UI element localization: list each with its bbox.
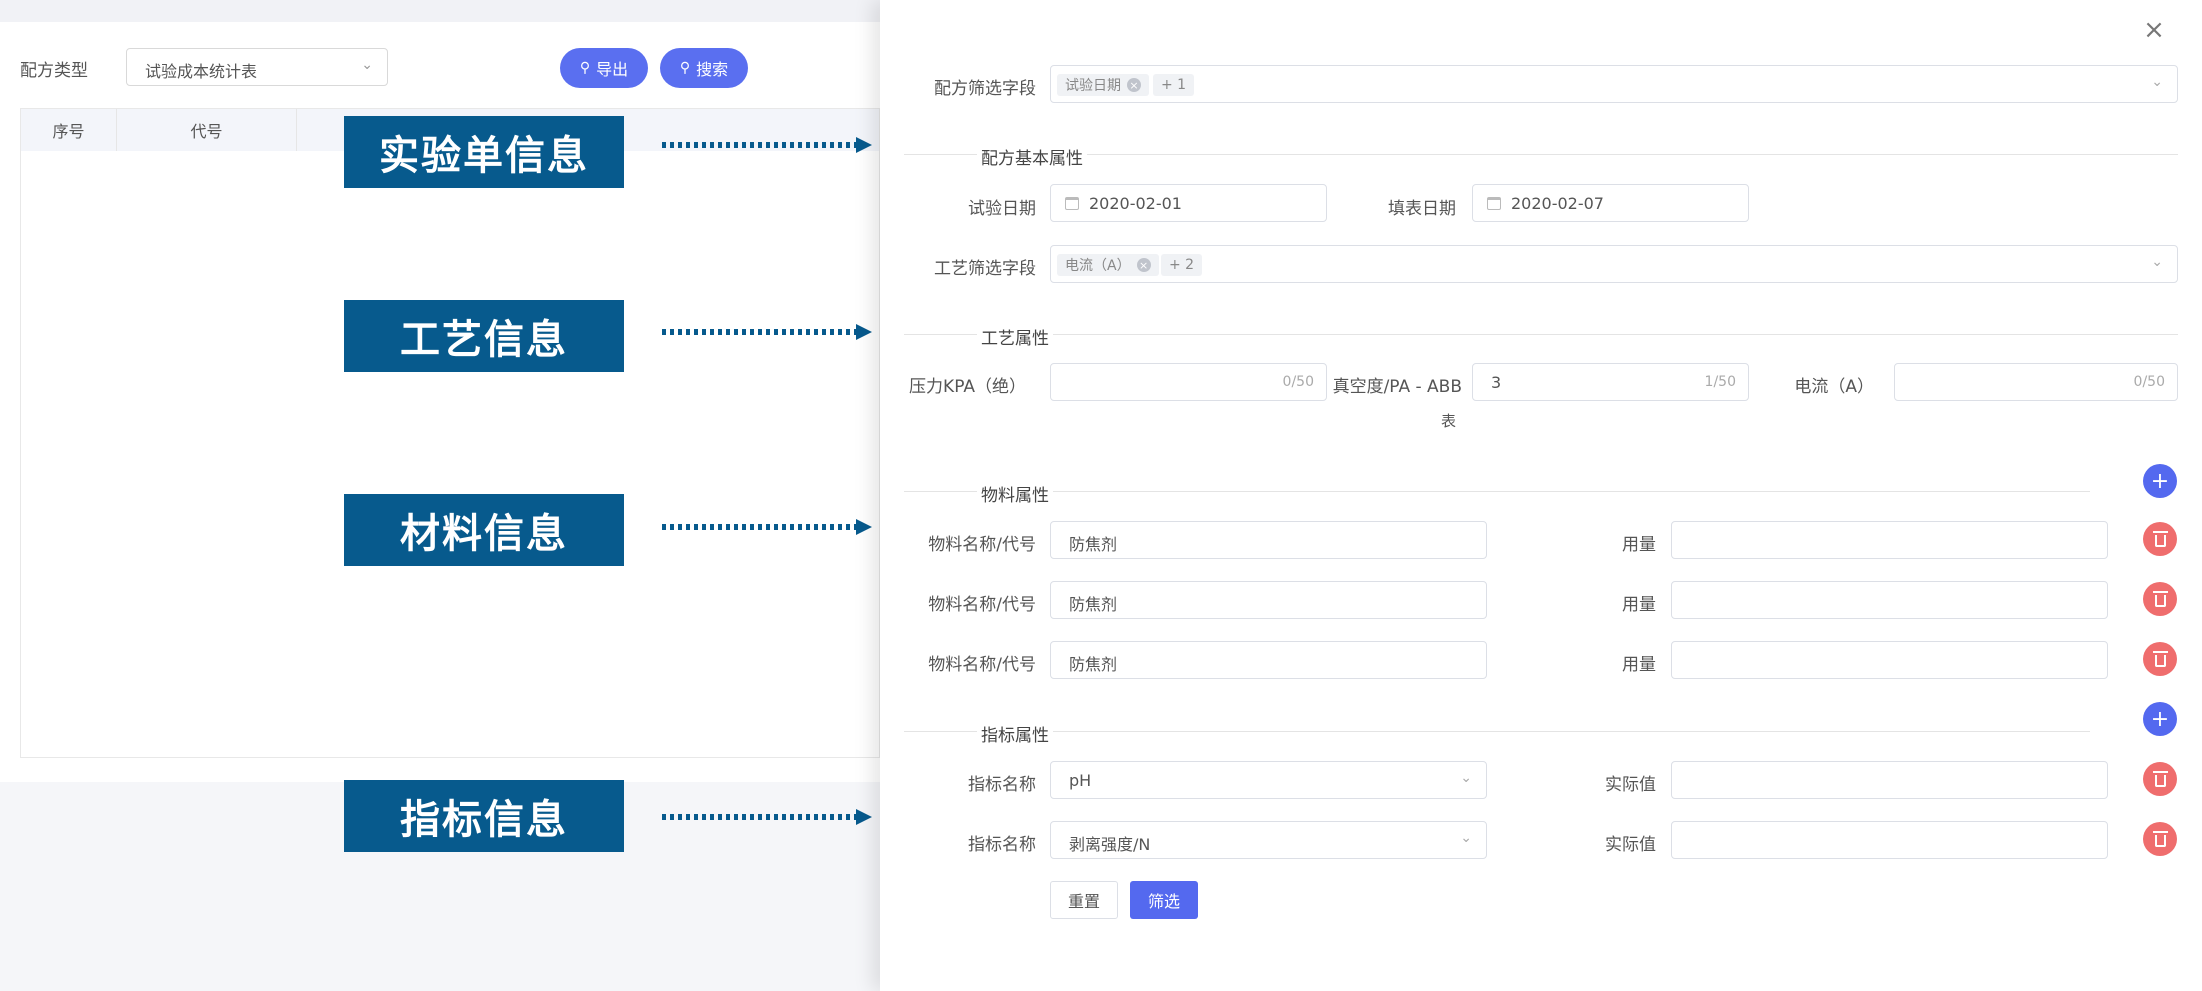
char-counter: 0/50 xyxy=(1282,374,1314,390)
fill-date-picker[interactable]: 2020-02-07 xyxy=(1472,184,1749,222)
delete-material-button[interactable] xyxy=(2143,582,2177,616)
indicator-name-select[interactable]: pH ⌄ xyxy=(1050,761,1487,799)
pressure-label: 压力KPA（绝） xyxy=(909,377,1026,397)
banner-indicator-info: 指标信息 xyxy=(344,780,624,852)
indicator-name-label: 指标名称 xyxy=(968,835,1036,855)
quantity-input[interactable] xyxy=(1671,641,2108,679)
section-material-attributes: 物料属性 xyxy=(904,481,2090,506)
current-label: 电流（A） xyxy=(1794,377,1874,397)
section-title: 工艺属性 xyxy=(977,324,1053,349)
more-tag: + 2 xyxy=(1161,254,1203,276)
arrow-icon xyxy=(662,519,872,535)
delete-indicator-button[interactable] xyxy=(2143,762,2177,796)
process-filter-select[interactable]: 电流（A） × + 2 ⌄ xyxy=(1050,245,2178,283)
vacuum-input[interactable]: 3 1/50 xyxy=(1472,363,1749,401)
quantity-input[interactable] xyxy=(1671,521,2108,559)
selected-tag: 试验日期 × xyxy=(1057,74,1149,96)
material-name-input[interactable]: 防焦剂 xyxy=(1050,521,1487,559)
material-name-input[interactable]: 防焦剂 xyxy=(1050,641,1487,679)
char-counter: 0/50 xyxy=(2133,374,2165,390)
top-bar xyxy=(0,0,880,22)
banner-material-info: 材料信息 xyxy=(344,494,624,566)
trash-icon xyxy=(2152,590,2168,607)
delete-material-button[interactable] xyxy=(2143,642,2177,676)
section-title: 指标属性 xyxy=(977,721,1053,746)
delete-indicator-button[interactable] xyxy=(2143,822,2177,856)
more-tag: + 1 xyxy=(1153,74,1195,96)
trash-icon xyxy=(2152,530,2168,547)
arrow-icon xyxy=(662,324,872,340)
indicator-name-select[interactable]: 剥离强度/N ⌄ xyxy=(1050,821,1487,859)
section-title: 配方基本属性 xyxy=(977,144,1087,169)
tag-close-icon[interactable]: × xyxy=(1136,258,1151,272)
process-filter-label: 工艺筛选字段 xyxy=(934,259,1036,279)
vacuum-label-suffix: 表 xyxy=(1440,412,1456,430)
actual-value-label: 实际值 xyxy=(1605,775,1656,795)
calendar-icon xyxy=(1487,197,1501,210)
trash-icon xyxy=(2152,770,2168,787)
char-counter: 1/50 xyxy=(1704,374,1736,390)
selected-tag: 电流（A） × xyxy=(1057,254,1159,276)
search-button[interactable]: ⚲ 搜索 xyxy=(660,48,748,88)
indicator-name-label: 指标名称 xyxy=(968,775,1036,795)
tag-close-icon[interactable]: × xyxy=(1127,78,1141,92)
quantity-label: 用量 xyxy=(1622,535,1656,555)
trash-icon xyxy=(2152,830,2168,847)
search-icon: ⚲ xyxy=(579,60,591,76)
actual-value-label: 实际值 xyxy=(1605,835,1656,855)
chevron-down-icon: ⌄ xyxy=(2151,254,2163,270)
column-header-code: 代号 xyxy=(117,109,297,151)
filter-drawer: × 配方筛选字段 试验日期 × + 1 ⌄ 配方基本属性 试验日期 2020-0… xyxy=(880,0,2202,991)
vacuum-label: 真空度/PA - ABB xyxy=(1332,377,1462,397)
test-date-label: 试验日期 xyxy=(968,199,1036,219)
delete-material-button[interactable] xyxy=(2143,522,2177,556)
section-title: 物料属性 xyxy=(977,481,1053,506)
actual-value-input[interactable] xyxy=(1671,761,2108,799)
material-name-label: 物料名称/代号 xyxy=(928,655,1036,675)
current-input[interactable]: 0/50 xyxy=(1894,363,2178,401)
material-name-label: 物料名称/代号 xyxy=(928,595,1036,615)
quantity-label: 用量 xyxy=(1622,655,1656,675)
data-table: 序号 代号 xyxy=(20,108,880,758)
add-material-button[interactable]: + xyxy=(2143,464,2177,498)
chevron-down-icon: ⌄ xyxy=(361,57,373,73)
recipe-filter-label: 配方筛选字段 xyxy=(934,79,1036,99)
material-name-input[interactable]: 防焦剂 xyxy=(1050,581,1487,619)
chevron-down-icon: ⌄ xyxy=(1460,770,1472,786)
search-icon: ⚲ xyxy=(679,60,691,76)
section-indicator-attributes: 指标属性 xyxy=(904,721,2090,746)
reset-button[interactable]: 重置 xyxy=(1050,881,1118,919)
banner-experiment-info: 实验单信息 xyxy=(344,116,624,188)
quantity-label: 用量 xyxy=(1622,595,1656,615)
material-name-label: 物料名称/代号 xyxy=(928,535,1036,555)
section-basic-attributes: 配方基本属性 xyxy=(904,144,2178,169)
fill-date-label: 填表日期 xyxy=(1388,199,1456,219)
export-button[interactable]: ⚲ 导出 xyxy=(560,48,648,88)
recipe-filter-select[interactable]: 试验日期 × + 1 ⌄ xyxy=(1050,65,2178,103)
recipe-type-label: 配方类型 xyxy=(20,61,88,81)
actual-value-input[interactable] xyxy=(1671,821,2108,859)
trash-icon xyxy=(2152,650,2168,667)
arrow-icon xyxy=(662,809,872,825)
recipe-type-select[interactable]: 试验成本统计表 ⌄ xyxy=(126,48,388,86)
chevron-down-icon: ⌄ xyxy=(2151,74,2163,90)
arrow-icon xyxy=(662,137,872,153)
chevron-down-icon: ⌄ xyxy=(1460,830,1472,846)
quantity-input[interactable] xyxy=(1671,581,2108,619)
calendar-icon xyxy=(1065,197,1079,210)
section-process-attributes: 工艺属性 xyxy=(904,324,2178,349)
banner-process-info: 工艺信息 xyxy=(344,300,624,372)
add-indicator-button[interactable]: + xyxy=(2143,702,2177,736)
close-icon[interactable]: × xyxy=(2142,17,2166,43)
column-header-index: 序号 xyxy=(21,109,117,151)
pressure-input[interactable]: 0/50 xyxy=(1050,363,1327,401)
recipe-type-value: 试验成本统计表 xyxy=(145,62,258,81)
filter-button[interactable]: 筛选 xyxy=(1130,881,1198,919)
test-date-picker[interactable]: 2020-02-01 xyxy=(1050,184,1327,222)
